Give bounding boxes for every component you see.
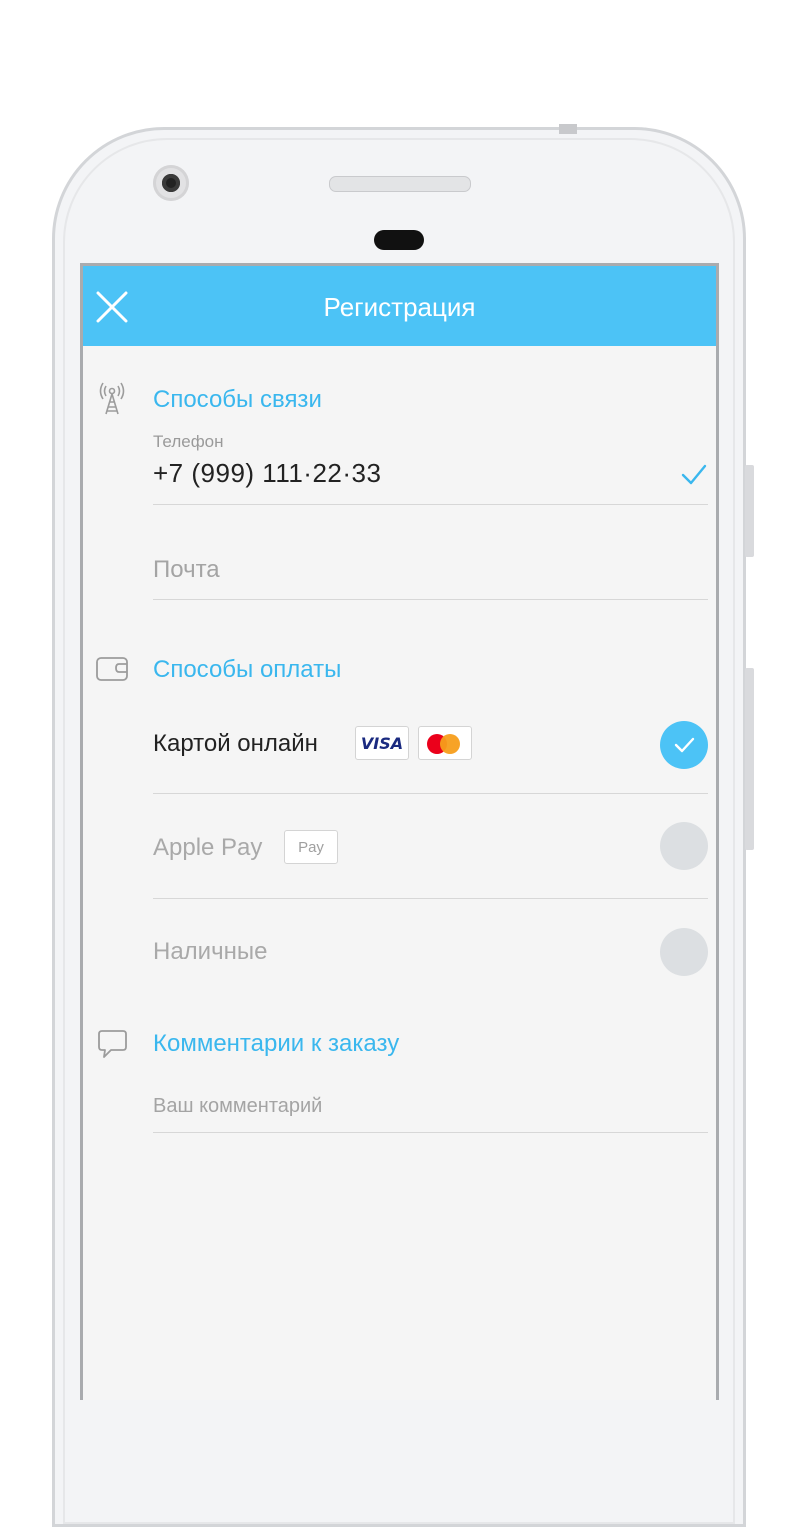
comment-input[interactable]: Ваш комментарий bbox=[153, 1095, 322, 1118]
phone-input[interactable]: +7 (999) 111·22·33 bbox=[153, 458, 381, 489]
power-button-top bbox=[559, 124, 577, 134]
visa-logo: VISA bbox=[360, 734, 404, 753]
phone-label: Телефон bbox=[153, 432, 224, 451]
payment-divider-1 bbox=[153, 793, 708, 794]
proximity-sensor bbox=[374, 230, 424, 250]
contact-section-title: Способы связи bbox=[153, 386, 322, 413]
payment-option-card[interactable]: Картой онлайн bbox=[153, 730, 318, 758]
phone-divider bbox=[153, 504, 708, 505]
mastercard-logo-yellow bbox=[440, 734, 460, 754]
payment-divider-2 bbox=[153, 898, 708, 899]
payment-option-applepay[interactable]: Apple Pay bbox=[153, 834, 262, 862]
payment-radio-card[interactable] bbox=[660, 721, 708, 769]
payment-section-title: Способы оплаты bbox=[153, 656, 342, 683]
page-title: Регистрация bbox=[323, 292, 476, 322]
app-bar: Регистрация bbox=[83, 266, 716, 346]
visa-badge: VISA bbox=[355, 726, 409, 760]
payment-radio-applepay[interactable] bbox=[660, 822, 708, 870]
payment-radio-cash[interactable] bbox=[660, 928, 708, 976]
payment-option-cash[interactable]: Наличные bbox=[153, 938, 267, 966]
email-input[interactable]: Почта bbox=[153, 556, 220, 584]
check-icon bbox=[674, 737, 695, 753]
speech-bubble-icon bbox=[98, 1030, 127, 1058]
check-icon bbox=[681, 464, 707, 485]
mastercard-badge bbox=[418, 726, 472, 760]
front-camera bbox=[153, 165, 189, 201]
antenna-icon bbox=[99, 382, 125, 415]
applepay-logo: Pay bbox=[298, 839, 324, 856]
applepay-badge: Pay bbox=[284, 830, 338, 864]
side-button bbox=[745, 668, 754, 850]
earpiece-speaker bbox=[329, 176, 471, 192]
comment-section-title: Комментарии к заказу bbox=[153, 1030, 400, 1057]
volume-button bbox=[745, 465, 754, 557]
wallet-icon bbox=[96, 657, 128, 681]
app-screen: Регистрация Способы связи Телефон +7 (99… bbox=[80, 263, 719, 1400]
email-divider bbox=[153, 599, 708, 600]
comment-divider bbox=[153, 1132, 708, 1133]
